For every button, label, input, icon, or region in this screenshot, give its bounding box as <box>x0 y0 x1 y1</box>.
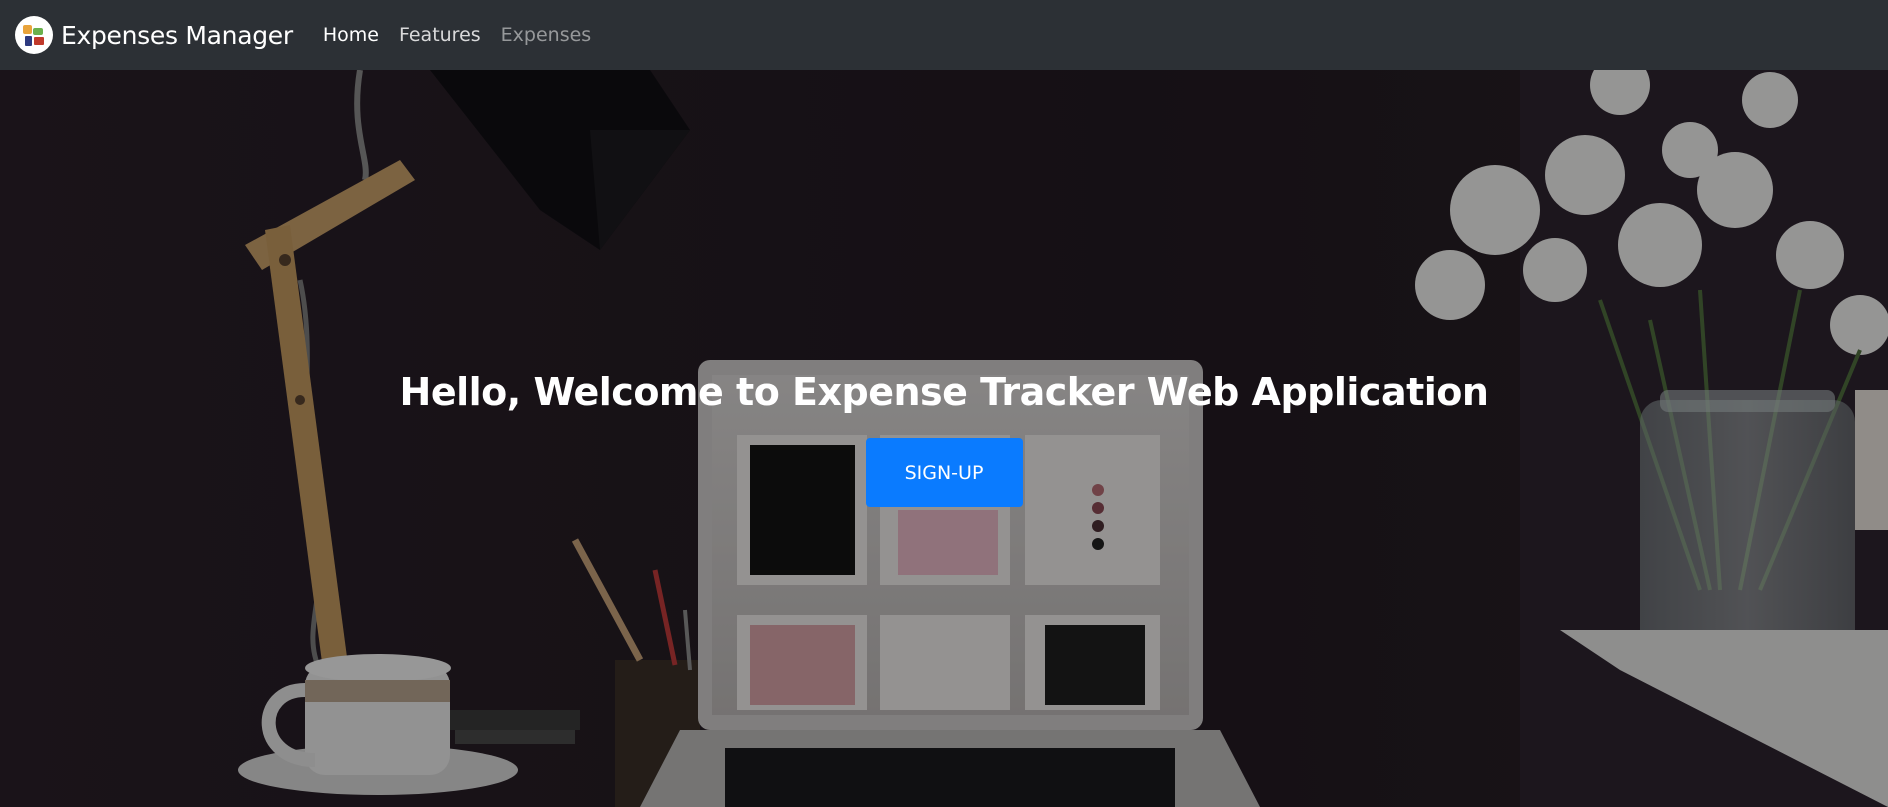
nav-links: Home Features Expenses <box>323 0 611 70</box>
hero-section: Hello, Welcome to Expense Tracker Web Ap… <box>0 70 1888 807</box>
nav-link-features[interactable]: Features <box>399 24 481 46</box>
hero-content: Hello, Welcome to Expense Tracker Web Ap… <box>0 370 1888 507</box>
nav-link-home[interactable]: Home <box>323 24 379 46</box>
expenses-logo-icon <box>15 16 53 54</box>
nav-link-expenses[interactable]: Expenses <box>501 24 592 46</box>
brand[interactable]: Expenses Manager <box>15 0 293 70</box>
brand-name[interactable]: Expenses Manager <box>61 21 293 50</box>
top-navbar: Expenses Manager Home Features Expenses <box>0 0 1888 70</box>
signup-button[interactable]: SIGN-UP <box>865 438 1023 507</box>
hero-title: Hello, Welcome to Expense Tracker Web Ap… <box>399 370 1489 414</box>
